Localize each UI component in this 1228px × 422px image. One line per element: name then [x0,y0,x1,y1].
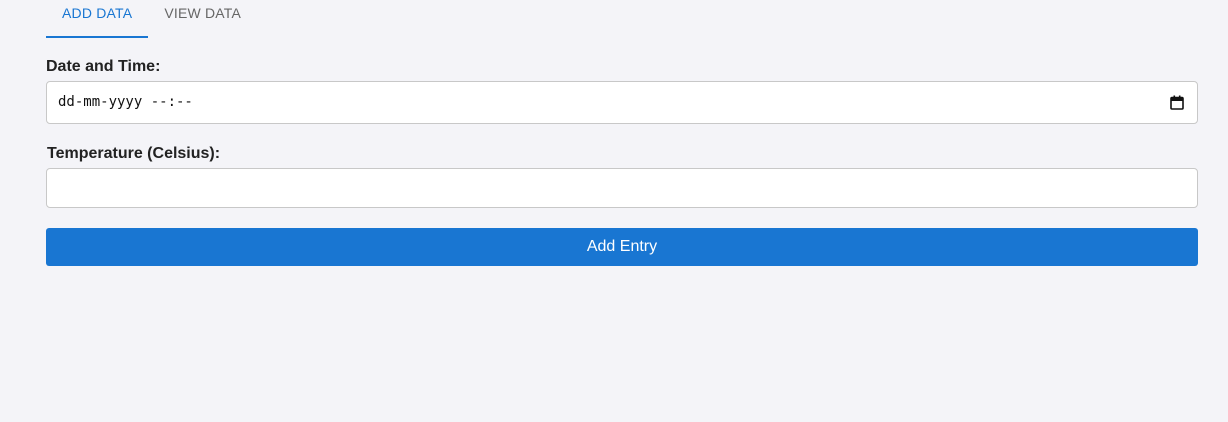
date-time-label: Date and Time: [46,58,161,75]
tab-view-data[interactable]: VIEW DATA [148,0,257,38]
tab-add-data[interactable]: ADD DATA [46,0,149,38]
add-data-panel: ADD DATA VIEW DATA Date and Time: dd-mm-… [46,0,1198,266]
date-time-input[interactable]: dd-mm-yyyy --:-- [46,81,1198,124]
date-time-placeholder: dd-mm-yyyy --:-- [58,94,193,110]
tab-bar: ADD DATA VIEW DATA [46,0,1198,38]
temperature-input[interactable] [46,168,1198,208]
temperature-label: Temperature (Celsius): [47,145,221,162]
calendar-icon[interactable] [1170,95,1184,110]
add-entry-button[interactable]: Add Entry [46,228,1198,266]
